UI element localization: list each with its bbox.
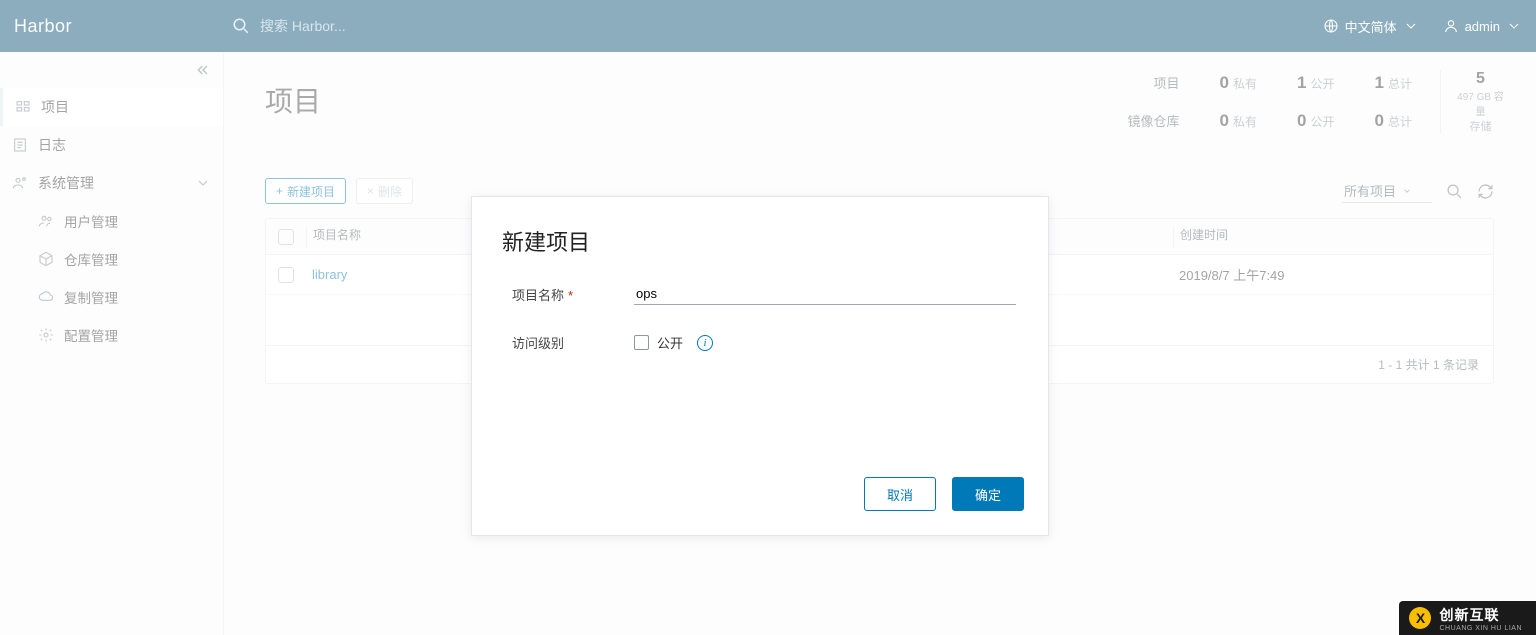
project-link[interactable]: library (312, 267, 347, 282)
sidebar-item-label: 用户管理 (64, 211, 118, 231)
sidebar-item-label: 日志 (38, 135, 66, 155)
watermark: X 创新互联 CHUANG XIN HU LIAN (1399, 601, 1536, 635)
public-checkbox-label: 公开 (657, 333, 683, 352)
admin-icon (12, 175, 28, 191)
stats-cell: 0总计 (1375, 111, 1412, 131)
sidebar-item-projects[interactable]: 项目 (0, 88, 223, 126)
sidebar-item-repositories[interactable]: 仓库管理 (0, 240, 223, 278)
delete-button[interactable]: × 删除 (356, 178, 413, 204)
brand-logo: Harbor (14, 16, 72, 37)
stats-panel: 项目 0私有 1公开 1总计 镜像仓库 0私有 0公开 0总计 5 497 GB… (1128, 70, 1508, 134)
language-switcher[interactable]: 中文简体 (1323, 17, 1419, 36)
search-icon (232, 17, 250, 35)
stats-cell: 1公开 (1297, 73, 1334, 93)
cloud-icon (38, 289, 54, 305)
sidebar-item-admin[interactable]: 系统管理 (0, 164, 223, 202)
info-icon[interactable]: i (697, 335, 713, 351)
stats-cell: 1总计 (1375, 73, 1412, 93)
row-checkbox[interactable] (278, 267, 294, 283)
refresh-icon[interactable] (1477, 183, 1494, 200)
confirm-button[interactable]: 确定 (952, 477, 1024, 511)
watermark-logo-icon: X (1409, 607, 1431, 629)
sidebar-item-label: 配置管理 (64, 325, 118, 345)
globe-icon (1323, 18, 1339, 34)
sidebar-item-users[interactable]: 用户管理 (0, 202, 223, 240)
cube-icon (38, 251, 54, 267)
col-header-created[interactable]: 创建时间 (1173, 226, 1473, 247)
sidebar-item-label: 仓库管理 (64, 249, 118, 269)
project-name-input[interactable] (634, 283, 1016, 305)
sidebar: 项目 日志 系统管理 用户管理 仓库管理 复制管理 配置管理 (0, 52, 224, 635)
cell-created: 2019/8/7 上午7:49 (1173, 265, 1473, 284)
sidebar-item-label: 项目 (41, 97, 69, 117)
chevron-down-icon (195, 175, 211, 191)
project-name-label: 项目名称* (512, 285, 634, 304)
select-all-checkbox[interactable] (278, 229, 294, 245)
access-level-label: 访问级别 (512, 333, 634, 352)
modal-title: 新建项目 (472, 197, 1048, 257)
app-header: Harbor 中文简体 admin (0, 0, 1536, 52)
stats-row-label: 镜像仓库 (1128, 111, 1180, 130)
sidebar-item-label: 复制管理 (64, 287, 118, 307)
sidebar-item-logs[interactable]: 日志 (0, 126, 223, 164)
new-project-button[interactable]: + 新建项目 (265, 178, 346, 204)
stats-cell: 0私有 (1220, 111, 1257, 131)
sidebar-collapse-toggle[interactable] (0, 52, 223, 88)
project-filter-dropdown[interactable]: 所有项目 (1342, 179, 1432, 203)
user-icon (1443, 18, 1459, 34)
cancel-button[interactable]: 取消 (864, 477, 936, 511)
public-checkbox[interactable] (634, 335, 649, 350)
chevron-down-icon (1402, 186, 1412, 196)
sidebar-item-label: 系统管理 (38, 173, 94, 193)
stats-cell: 0公开 (1297, 111, 1334, 131)
storage-card: 5 497 GB 容量 存储 (1440, 70, 1508, 134)
sidebar-item-replication[interactable]: 复制管理 (0, 278, 223, 316)
users-icon (38, 213, 54, 229)
logs-icon (12, 137, 28, 153)
sidebar-item-config[interactable]: 配置管理 (0, 316, 223, 354)
chevron-down-icon (1506, 18, 1522, 34)
double-chevron-left-icon (195, 62, 211, 78)
global-search[interactable] (232, 17, 1323, 35)
plus-icon: + (276, 184, 283, 198)
search-input[interactable] (260, 18, 560, 34)
stats-cell: 0私有 (1220, 73, 1257, 93)
user-menu[interactable]: admin (1443, 18, 1522, 34)
new-project-modal: 新建项目 项目名称* 访问级别 公开 i 取消 确定 (471, 196, 1049, 536)
gear-icon (38, 327, 54, 343)
projects-icon (15, 99, 31, 115)
search-icon[interactable] (1446, 183, 1463, 200)
x-icon: × (367, 184, 374, 198)
chevron-down-icon (1403, 18, 1419, 34)
stats-row-label: 项目 (1128, 73, 1180, 92)
